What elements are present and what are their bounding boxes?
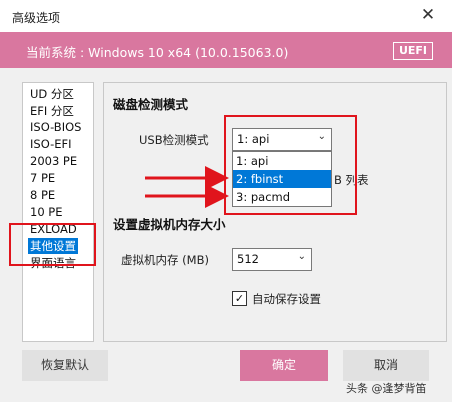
restore-defaults-button[interactable]: 恢复默认	[22, 350, 108, 381]
option-fbinst[interactable]: 2: fbinst	[233, 170, 331, 188]
nav-item-ud[interactable]: UD 分区	[30, 86, 74, 102]
vm-memory-select[interactable]: 512 ⌄	[232, 248, 312, 271]
current-system-text: 当前系统 : Windows 10 x64 (10.0.15063.0)	[26, 45, 289, 60]
chevron-down-icon: ⌄	[297, 251, 306, 262]
usb-mode-label: USB检测模式	[139, 133, 209, 147]
window-title: 高级选项	[12, 11, 61, 25]
watermark: 头条 @逢梦背笛	[346, 382, 427, 395]
option-api[interactable]: 1: api	[233, 152, 331, 170]
option-pacmd[interactable]: 3: pacmd	[233, 188, 331, 206]
vm-memory-value: 512	[237, 252, 259, 266]
cancel-button[interactable]: 取消	[343, 350, 429, 381]
usb-mode-select[interactable]: 1: api ⌄	[232, 128, 332, 151]
usb-mode-value: 1: api	[237, 132, 270, 146]
vm-memory-heading: 设置虚拟机内存大小	[113, 217, 226, 232]
usb-mode-dropdown[interactable]: 1: api 2: fbinst 3: pacmd	[232, 151, 332, 207]
nav-item-iso-efi[interactable]: ISO-EFI	[30, 137, 72, 151]
nav-item-iso-bios[interactable]: ISO-BIOS	[30, 120, 81, 134]
nav-item-10pe[interactable]: 10 PE	[30, 205, 63, 219]
ok-button[interactable]: 确定	[240, 350, 328, 381]
title-bar	[0, 0, 452, 32]
uefi-badge: UEFI	[393, 42, 433, 60]
chevron-down-icon: ⌄	[317, 131, 326, 142]
nav-item-8pe[interactable]: 8 PE	[30, 188, 55, 202]
disk-detect-heading: 磁盘检测模式	[113, 97, 189, 112]
annotation-arrows	[145, 166, 229, 208]
hidden-label-text: B 列表	[334, 173, 369, 187]
autosave-label: 自动保存设置	[252, 292, 321, 306]
nav-item-efi[interactable]: EFI 分区	[30, 103, 74, 119]
vm-memory-label: 虚拟机内存 (MB)	[121, 253, 209, 267]
nav-item-2003pe[interactable]: 2003 PE	[30, 154, 77, 168]
nav-item-language[interactable]: 界面语言	[30, 255, 76, 271]
close-icon[interactable]: ✕	[418, 4, 438, 26]
check-icon: ✓	[234, 292, 245, 305]
settings-nav-list[interactable]: UD 分区 EFI 分区 ISO-BIOS ISO-EFI 2003 PE 7 …	[22, 82, 94, 342]
nav-item-exload[interactable]: EXLOAD	[30, 222, 77, 236]
nav-item-7pe[interactable]: 7 PE	[30, 171, 55, 185]
nav-item-other-settings[interactable]: 其他设置	[28, 238, 78, 254]
autosave-checkbox[interactable]: ✓	[232, 291, 247, 306]
